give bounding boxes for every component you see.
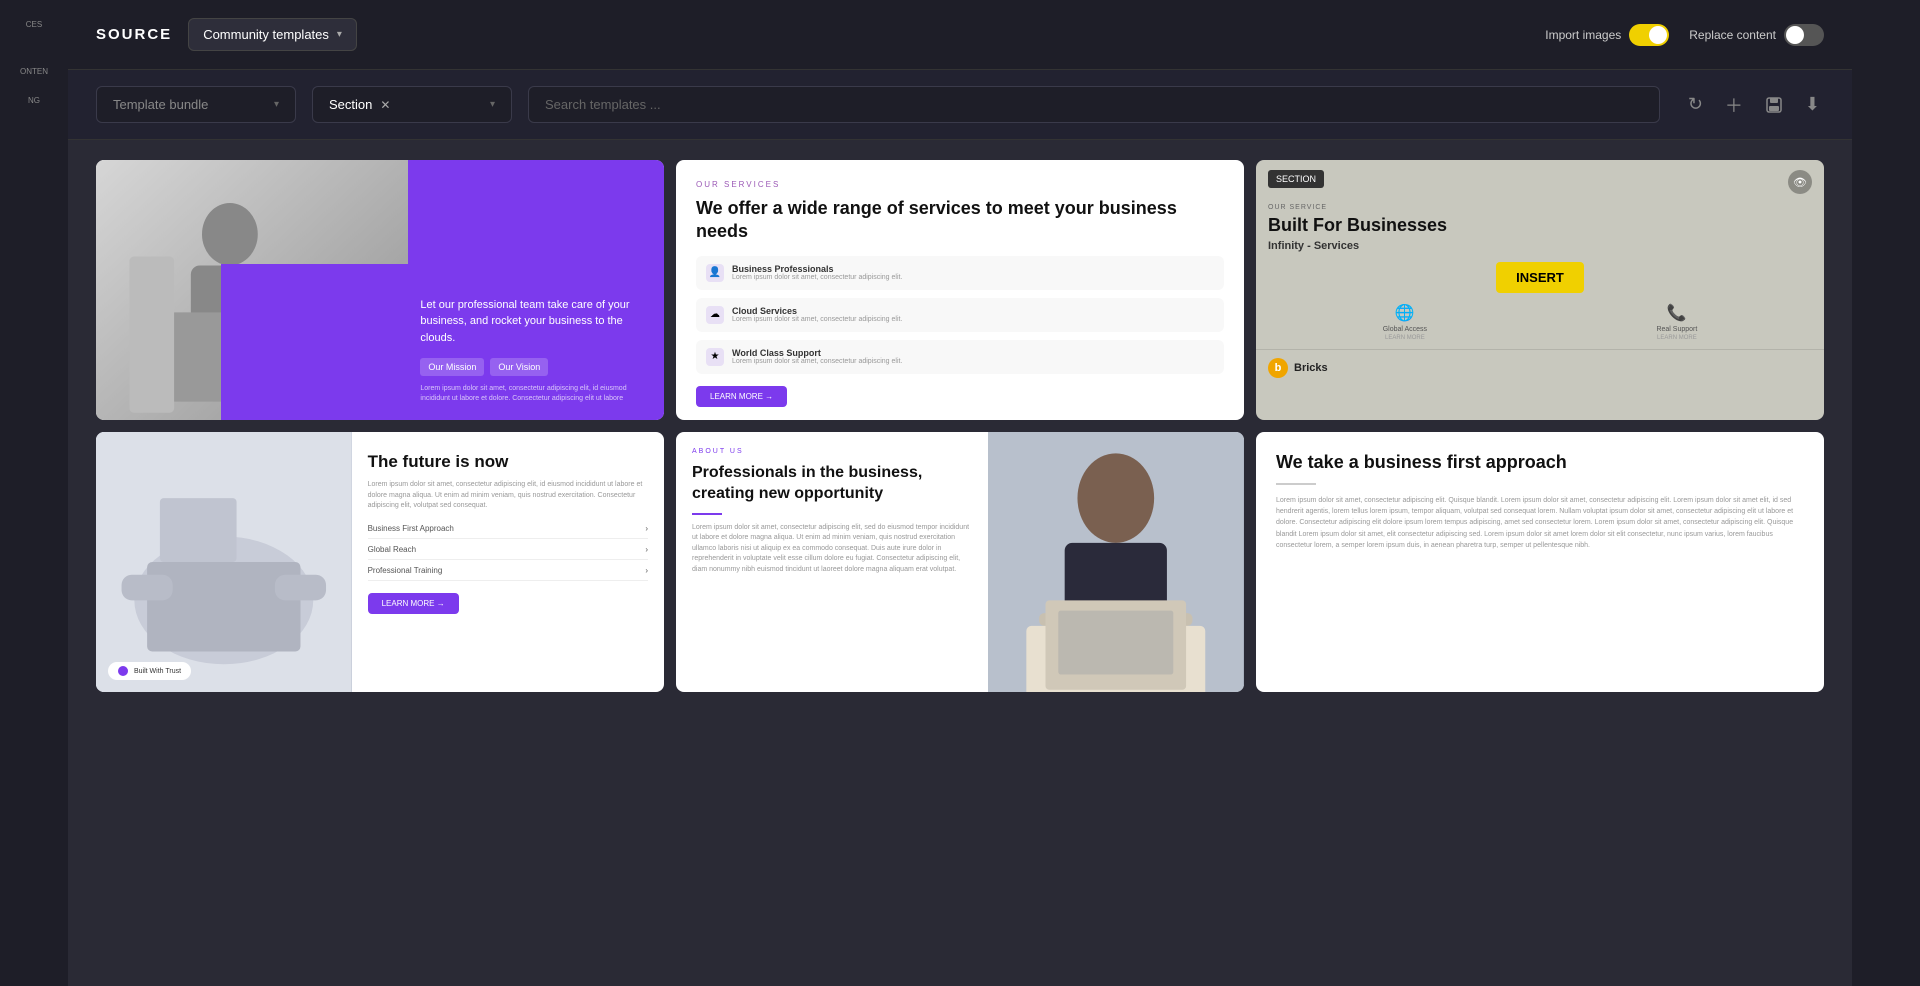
sidebar-item-1[interactable]: CES (0, 16, 68, 33)
replace-content-label: Replace content (1689, 28, 1776, 42)
sidebar-item-3[interactable]: ONTEN (0, 61, 68, 82)
insert-button[interactable]: INSERT (1496, 262, 1584, 293)
filter-actions: ↻ ＋ ⬇ (1684, 88, 1824, 122)
replace-content-toggle[interactable] (1784, 24, 1824, 46)
bricks-logo: b (1268, 358, 1288, 378)
header: SOURCE Community templates ▾ Import imag… (68, 0, 1852, 70)
section-dropdown[interactable]: Section ✕ ▾ (312, 86, 512, 123)
feature-global: 🌐 Global Access LEARN MORE (1383, 303, 1427, 341)
card-1-purple-overlay (221, 264, 408, 420)
clear-section-button[interactable]: ✕ (380, 98, 390, 112)
header-left: SOURCE Community templates ▾ (96, 18, 357, 51)
chevron-down-icon-2: ▾ (274, 99, 279, 110)
import-images-toggle-group: Import images (1545, 24, 1669, 46)
bundle-placeholder: Template bundle (113, 97, 208, 112)
eye-icon[interactable]: 👁 (1788, 170, 1812, 194)
download-button[interactable]: ⬇ (1801, 90, 1824, 119)
sidebar-left: CES ONTEN NG (0, 0, 68, 986)
card-3-tag: OUR SERVICE (1268, 204, 1812, 211)
add-button[interactable]: ＋ (1721, 88, 1747, 122)
template-card-2[interactable]: OUR SERVICES We offer a wide range of se… (676, 160, 1244, 420)
card-3-subtitle: Infinity - Services (1268, 240, 1812, 252)
template-card-6[interactable]: We take a business first approach Lorem … (1256, 432, 1824, 692)
save-button[interactable] (1761, 92, 1787, 118)
refresh-button[interactable]: ↻ (1684, 90, 1707, 119)
search-input-wrap (528, 86, 1660, 123)
source-dropdown[interactable]: Community templates ▾ (188, 18, 357, 51)
template-grid: Let our professional team take care of y… (96, 160, 1824, 692)
feature-support: 📞 Real Support LEARN MORE (1656, 303, 1697, 341)
source-dropdown-label: Community templates (203, 27, 329, 42)
import-images-label: Import images (1545, 28, 1621, 42)
search-input[interactable] (528, 86, 1660, 123)
chevron-down-icon: ▾ (337, 29, 342, 40)
card-3-title: Built For Businesses (1268, 215, 1812, 236)
section-value: Section (329, 97, 372, 112)
card-3-content: OUR SERVICE Built For Businesses Infinit… (1256, 204, 1824, 341)
template-card-5[interactable]: ABOUT US Professionals in the business, … (676, 432, 1244, 692)
replace-content-toggle-group: Replace content (1689, 24, 1824, 46)
feature-label-1: Global Access (1383, 326, 1427, 333)
feature-label-2: Real Support (1656, 326, 1697, 333)
sidebar-right (1852, 0, 1920, 986)
sidebar-item-2[interactable] (0, 41, 68, 53)
toggle-knob-2 (1786, 26, 1804, 44)
card-3-features: 🌐 Global Access LEARN MORE 📞 Real Suppor… (1268, 303, 1812, 341)
card-3-footer: b Bricks (1256, 349, 1824, 386)
filter-bar: Template bundle ▾ Section ✕ ▾ ↻ ＋ (68, 70, 1852, 140)
chevron-down-icon-3: ▾ (490, 99, 495, 110)
brand-name: Bricks (1294, 362, 1328, 374)
template-card-1[interactable]: Let our professional team take care of y… (96, 160, 664, 420)
template-card-4[interactable]: Built With Trust The future is now Lorem… (96, 432, 664, 692)
sidebar-item-4[interactable]: NG (0, 90, 68, 111)
grid-area: Let our professional team take care of y… (68, 140, 1852, 986)
template-card-3[interactable]: SECTION 👁 OUR SERVICE Built For Business… (1256, 160, 1824, 420)
template-bundle-dropdown[interactable]: Template bundle ▾ (96, 86, 296, 123)
import-images-toggle[interactable] (1629, 24, 1669, 46)
header-right: Import images Replace content (1545, 24, 1824, 46)
main-panel: SOURCE Community templates ▾ Import imag… (68, 0, 1852, 986)
toggle-knob (1649, 26, 1667, 44)
source-label: SOURCE (96, 26, 172, 43)
section-badge: SECTION (1268, 170, 1324, 188)
card-3-header: SECTION 👁 (1256, 160, 1824, 204)
